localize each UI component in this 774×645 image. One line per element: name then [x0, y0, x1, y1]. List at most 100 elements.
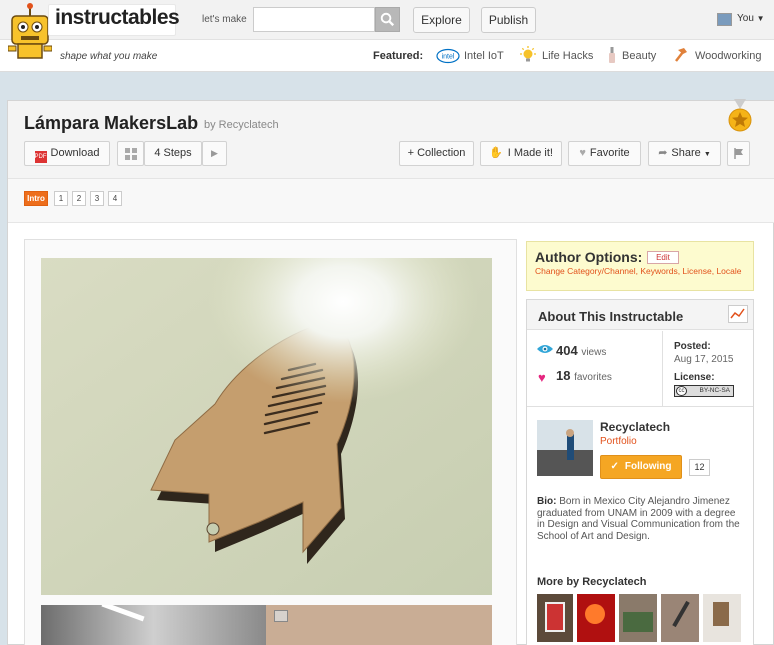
heart-icon: ♥	[579, 147, 586, 159]
explore-button[interactable]: Explore	[413, 7, 470, 33]
step-3-button[interactable]: 3	[90, 191, 104, 206]
follower-count: 12	[689, 459, 710, 476]
intel-logo-icon: intel	[436, 48, 460, 64]
favorites-heart-icon: ♥	[538, 370, 546, 385]
medal-icon	[728, 99, 752, 132]
license-badge-label: BY-NC-SA	[699, 387, 730, 394]
license-label: License:	[674, 372, 715, 383]
author-name[interactable]: Recyclatech	[600, 420, 670, 434]
author-byline[interactable]: by Recyclatech	[204, 119, 279, 131]
views-stat: 404 views	[556, 343, 606, 358]
share-chevron-icon: ▼	[703, 151, 711, 158]
chevron-down-icon: ▼	[756, 14, 765, 23]
step-intro-button[interactable]: Intro	[24, 191, 48, 206]
more-thumb-2[interactable]	[577, 594, 615, 642]
more-by-title: More by Recyclatech	[537, 576, 647, 588]
posted-date: Aug 17, 2015	[674, 354, 734, 365]
favorite-button[interactable]: ♥ Favorite	[568, 141, 641, 166]
more-thumb-4[interactable]	[661, 594, 699, 642]
author-avatar[interactable]	[537, 420, 593, 476]
favorites-label: favorites	[574, 372, 612, 383]
featured-woodworking[interactable]: Woodworking	[695, 50, 761, 62]
favorites-count: 18	[556, 368, 571, 383]
collection-button[interactable]: + Collection	[399, 141, 474, 166]
flag-button[interactable]	[727, 141, 750, 166]
following-label: Following	[624, 461, 672, 472]
next-step-button[interactable]: ▶	[202, 141, 227, 166]
license-badge[interactable]: cc BY-NC-SA	[674, 385, 734, 397]
favorite-label: Favorite	[589, 147, 630, 159]
more-thumb-3[interactable]	[619, 594, 657, 642]
portfolio-link[interactable]: Portfolio	[600, 436, 637, 447]
publish-button[interactable]: Publish	[481, 7, 536, 33]
featured-life-hacks[interactable]: Life Hacks	[542, 50, 593, 62]
nail-polish-icon	[609, 47, 615, 63]
steps-grid-button[interactable]	[117, 141, 144, 166]
share-label: Share	[671, 147, 701, 159]
step-4-button[interactable]: 4	[108, 191, 122, 206]
cc-icon: cc	[676, 386, 687, 396]
step-1-button[interactable]: 1	[54, 191, 68, 206]
lightbulb-icon	[520, 46, 536, 62]
divider	[527, 406, 753, 407]
step-2-button[interactable]: 2	[72, 191, 86, 206]
download-button[interactable]: PDF Download	[24, 141, 110, 166]
featured-beauty[interactable]: Beauty	[622, 50, 656, 62]
step-photo-preview[interactable]	[41, 605, 492, 645]
search-input[interactable]	[253, 7, 375, 32]
about-header: About This Instructable	[527, 300, 753, 330]
featured-intel-iot[interactable]: Intel IoT	[464, 50, 504, 62]
following-button[interactable]: ✓ Following	[600, 455, 682, 479]
bio-text: Born in Mexico City Alejandro Jimenez gr…	[537, 496, 740, 542]
svg-text:intel: intel	[442, 54, 455, 61]
author-options-title: Author Options:	[535, 249, 643, 265]
bio-label: Bio:	[537, 496, 557, 507]
steps-button[interactable]: 4 Steps	[144, 141, 202, 166]
site-logo[interactable]: instructables	[55, 6, 180, 30]
pdf-icon: PDF	[34, 151, 47, 163]
chevron-right-icon: ▶	[211, 148, 218, 158]
search-button[interactable]	[375, 7, 400, 32]
lets-make-label: let's make	[202, 14, 247, 25]
stats-column: 404 views ♥ 18 favorites	[527, 331, 663, 406]
about-title: About This Instructable	[538, 309, 684, 324]
i-made-it-button[interactable]: ✋ I Made it!	[480, 141, 562, 166]
instructable-page: Lámpara MakersLab by Recyclatech PDF Down…	[7, 99, 774, 645]
site-header: instructables shape what you make let's …	[0, 0, 774, 72]
views-count: 404	[556, 343, 578, 358]
user-menu[interactable]: You ▼	[737, 13, 765, 24]
line-graph-icon	[730, 308, 745, 319]
posted-label: Posted:	[674, 341, 711, 352]
page-title: Lámpara MakersLab	[24, 113, 199, 133]
i-made-it-label: I Made it!	[507, 147, 553, 159]
user-avatar[interactable]	[717, 13, 732, 26]
flag-icon	[733, 148, 743, 159]
robot-mascot-icon[interactable]	[8, 2, 52, 64]
title-area: Lámpara MakersLab by Recyclatech PDF Down…	[8, 99, 774, 179]
step-navigation: Intro 1 2 3 4	[8, 179, 774, 223]
author-options-links[interactable]: Change Category/Channel, Keywords, Licen…	[535, 266, 750, 276]
grid-icon	[124, 148, 137, 160]
featured-label: Featured:	[373, 50, 424, 62]
step-content	[24, 239, 517, 645]
stats-graph-button[interactable]	[728, 305, 748, 323]
more-thumb-5[interactable]	[703, 594, 741, 642]
favorites-stat: 18 favorites	[556, 368, 612, 383]
user-menu-label: You	[737, 13, 754, 24]
hand-icon: ✋	[489, 147, 503, 159]
check-icon: ✓	[610, 461, 619, 472]
author-bio: Bio: Born in Mexico City Alejandro Jimen…	[537, 496, 745, 542]
eye-icon	[537, 345, 553, 353]
share-button[interactable]: ➦ Share ▼	[648, 141, 721, 166]
search-icon	[380, 12, 395, 27]
author-options-panel: Author Options: Edit Change Category/Cha…	[526, 241, 754, 291]
main-photo[interactable]	[41, 258, 492, 595]
about-panel: About This Instructable 404 views ♥ 18 f…	[526, 299, 754, 645]
download-label: Download	[50, 147, 100, 159]
edit-button[interactable]: Edit	[647, 251, 679, 264]
share-icon: ➦	[658, 147, 668, 159]
views-label: views	[581, 347, 607, 358]
more-thumb-1[interactable]	[537, 594, 573, 642]
hammer-icon	[675, 48, 687, 62]
tagline: shape what you make	[60, 51, 158, 62]
